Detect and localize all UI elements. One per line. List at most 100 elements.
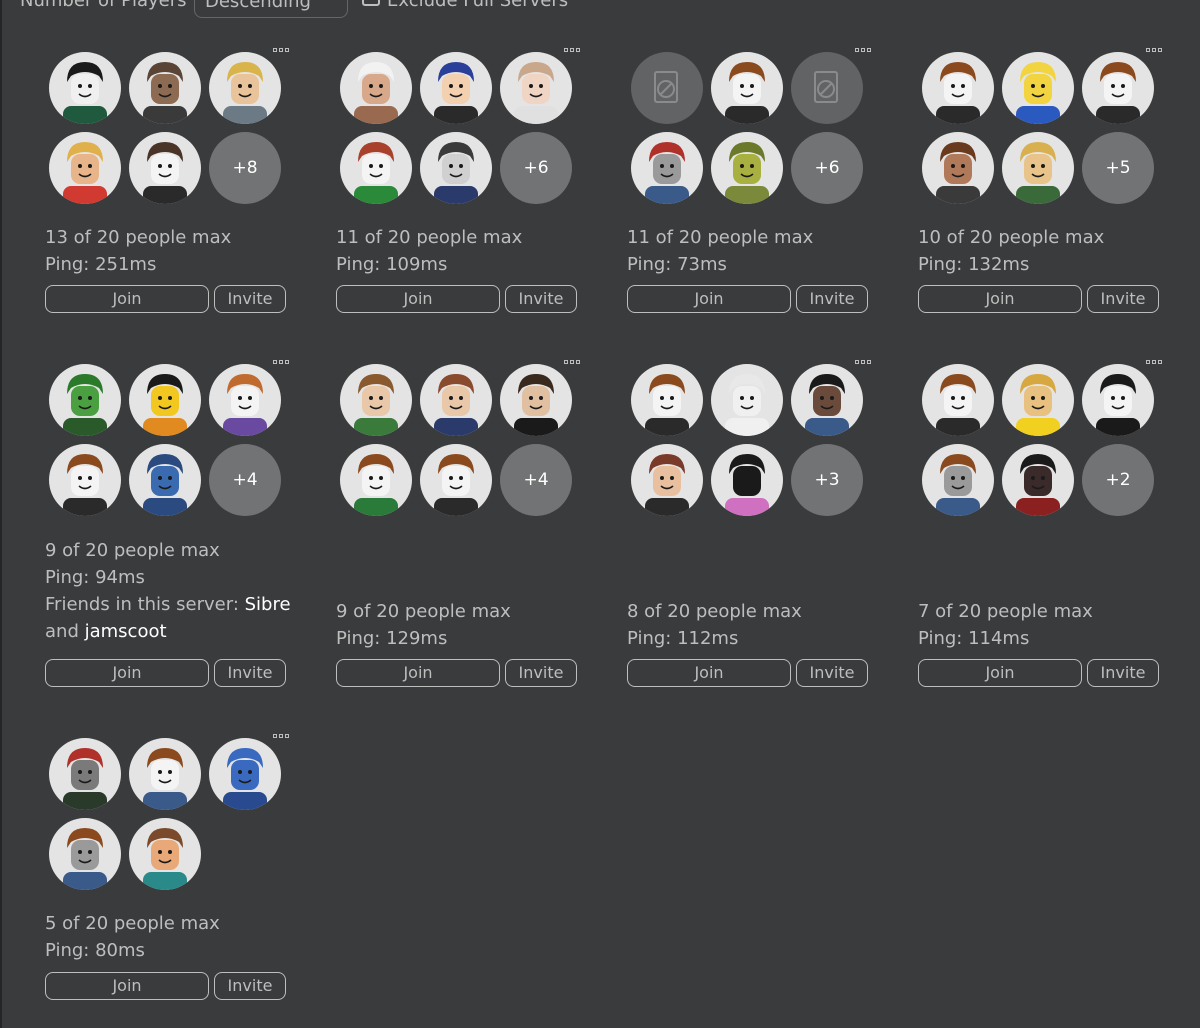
more-options-icon[interactable] (1146, 48, 1162, 52)
avatar-classic-brown-hair-icon[interactable] (49, 818, 121, 890)
avatar-blue-face-icon[interactable] (129, 444, 201, 516)
join-button[interactable]: Join (336, 285, 500, 313)
avatar-small-figure-icon[interactable] (711, 364, 783, 436)
server-card: +4 9 of 20 people max Ping: 129ms Join Invit… (336, 360, 596, 689)
avatar-green-helmet-icon[interactable] (49, 364, 121, 436)
invite-button[interactable]: Invite (214, 659, 286, 687)
exclude-full-servers-checkbox[interactable] (362, 0, 380, 6)
friend-name-link[interactable]: jamscoot (85, 621, 167, 642)
avatar-red-cap-sunglasses-icon[interactable] (49, 738, 121, 810)
avatar-classic-brown-hair-icon[interactable] (420, 444, 492, 516)
avatar-blonde-yellow-shirt-icon[interactable] (1002, 364, 1074, 436)
unavailable-avatar-icon[interactable] (791, 52, 863, 124)
avatar-red-hair-icon[interactable] (340, 132, 412, 204)
avatar-long-red-hair-icon[interactable] (631, 444, 703, 516)
avatar-classic-brown-hair-icon[interactable] (922, 364, 994, 436)
join-button[interactable]: Join (45, 659, 209, 687)
left-border (0, 0, 2, 1028)
server-stats: 8 of 20 people max Ping: 112ms (627, 598, 802, 652)
invite-button[interactable]: Invite (1087, 285, 1159, 313)
server-card: +6 11 of 20 people max Ping: 109ms Join Invi… (336, 48, 596, 315)
more-players-count: +6 (500, 132, 572, 204)
more-options-icon[interactable] (564, 360, 580, 364)
more-players-count: +4 (500, 444, 572, 516)
avatar-bun-hair-icon[interactable] (129, 52, 201, 124)
avatar-sunglasses-brown-hair-icon[interactable] (340, 364, 412, 436)
avatar-glasses-brown-hair-icon[interactable] (420, 364, 492, 436)
invite-button[interactable]: Invite (796, 285, 868, 313)
player-count: 13 of 20 people max (45, 227, 232, 248)
avatar-classic-brown-hair-icon[interactable] (922, 52, 994, 124)
avatar-classic-brown-hair-icon[interactable] (631, 364, 703, 436)
more-players-count: +2 (1082, 444, 1154, 516)
avatar-classic-brown-hair-icon[interactable] (1082, 52, 1154, 124)
avatar-small-figure-icon[interactable] (500, 364, 572, 436)
join-button[interactable]: Join (627, 659, 791, 687)
avatar-classic-brown-hair-icon[interactable] (711, 52, 783, 124)
avatar-blue-bald-icon[interactable] (209, 738, 281, 810)
avatar-black-hair-icon[interactable] (49, 52, 121, 124)
avatar-white-cap-icon[interactable] (340, 52, 412, 124)
avatar-blonde-sunglasses-icon[interactable] (209, 52, 281, 124)
avatar-red-cap-icon[interactable] (631, 132, 703, 204)
avatar-angry-face-icon[interactable] (129, 818, 201, 890)
server-card: +3 8 of 20 people max Ping: 112ms Join Invit… (627, 360, 887, 689)
more-options-icon[interactable] (855, 48, 871, 52)
exclude-full-servers-label: Exclude Full Servers (387, 0, 569, 11)
avatar-blonde-green-shirt-icon[interactable] (1002, 132, 1074, 204)
avatar-blonde-red-shirt-icon[interactable] (49, 132, 121, 204)
join-button[interactable]: Join (918, 659, 1082, 687)
join-button[interactable]: Join (336, 659, 500, 687)
server-card: +8 13 of 20 people max Ping: 251ms Join Invi… (45, 48, 305, 315)
avatar-cowboy-hat-icon[interactable] (209, 364, 281, 436)
player-count: 7 of 20 people max (918, 601, 1093, 622)
invite-button[interactable]: Invite (1087, 659, 1159, 687)
more-options-icon[interactable] (855, 360, 871, 364)
friends-in-server-cont: and jamscoot (45, 618, 291, 645)
join-button[interactable]: Join (45, 972, 209, 1000)
avatar-headphones-icon[interactable] (1082, 364, 1154, 436)
invite-button[interactable]: Invite (796, 659, 868, 687)
server-stats: 5 of 20 people max Ping: 80ms (45, 910, 220, 964)
ping-value: Ping: 129ms (336, 628, 448, 649)
more-options-icon[interactable] (564, 48, 580, 52)
invite-button[interactable]: Invite (214, 972, 286, 1000)
avatar-long-light-hair-icon[interactable] (500, 52, 572, 124)
friends-prefix: Friends in this server: (45, 594, 239, 615)
avatar-smile-brown-hair-icon[interactable] (129, 132, 201, 204)
join-button[interactable]: Join (45, 285, 209, 313)
avatar-classic-brown-hair-icon[interactable] (340, 444, 412, 516)
avatar-classic-brown-hair-icon[interactable] (129, 738, 201, 810)
server-filter-bar: Number of Players Descending Exclude Ful… (0, 0, 1200, 18)
more-options-icon[interactable] (273, 48, 289, 52)
ping-value: Ping: 73ms (627, 254, 727, 275)
join-button[interactable]: Join (918, 285, 1082, 313)
sort-order-select[interactable]: Descending (194, 0, 348, 18)
more-options-icon[interactable] (273, 734, 289, 738)
friend-name-link[interactable]: Sibre (245, 594, 291, 615)
server-stats: 9 of 20 people max Ping: 129ms (336, 598, 511, 652)
avatar-long-black-hair-icon[interactable] (1002, 444, 1074, 516)
server-card: +2 7 of 20 people max Ping: 114ms Join Invit… (918, 360, 1178, 689)
unavailable-avatar-icon[interactable] (631, 52, 703, 124)
avatar-purple-sunglasses-icon[interactable] (922, 132, 994, 204)
invite-button[interactable]: Invite (214, 285, 286, 313)
more-options-icon[interactable] (1146, 360, 1162, 364)
avatar-green-creature-icon[interactable] (711, 132, 783, 204)
invite-button[interactable]: Invite (505, 659, 577, 687)
avatar-dark-skin-icon[interactable] (791, 364, 863, 436)
player-count: 10 of 20 people max (918, 227, 1105, 248)
join-button[interactable]: Join (627, 285, 791, 313)
avatar-classic-brown-hair-icon[interactable] (922, 444, 994, 516)
server-card: +5 10 of 20 people max Ping: 132ms Join Invi… (918, 48, 1178, 315)
avatar-yellow-noob-icon[interactable] (1002, 52, 1074, 124)
invite-button[interactable]: Invite (505, 285, 577, 313)
avatar-blue-hair-icon[interactable] (420, 52, 492, 124)
server-stats: 13 of 20 people max Ping: 251ms (45, 224, 231, 278)
avatar-duck-top-hat-icon[interactable] (129, 364, 201, 436)
avatar-classic-brown-hair-icon[interactable] (49, 444, 121, 516)
avatar-small-figure-icon[interactable] (420, 132, 492, 204)
avatar-small-figure-icon[interactable] (711, 444, 783, 516)
more-options-icon[interactable] (273, 360, 289, 364)
player-count: 9 of 20 people max (336, 601, 511, 622)
